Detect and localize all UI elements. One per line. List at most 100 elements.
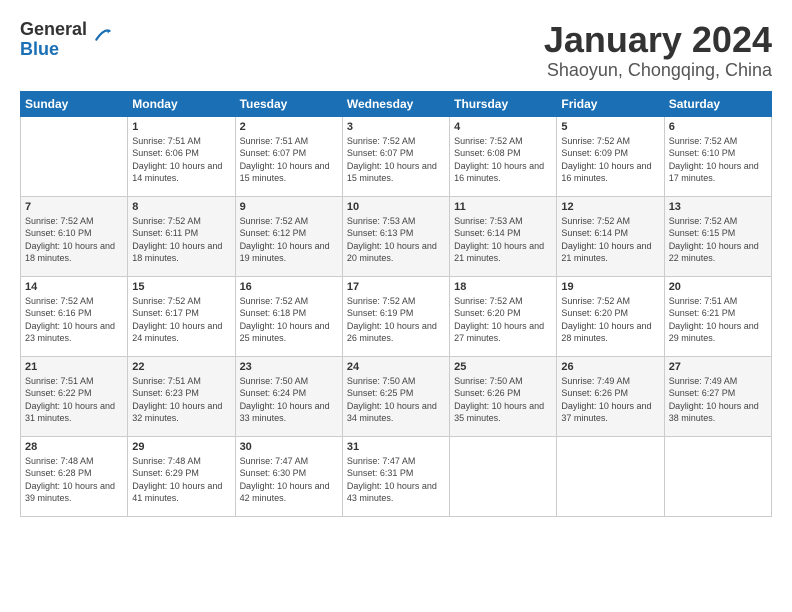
- day-cell: 6 Sunrise: 7:52 AMSunset: 6:10 PMDayligh…: [664, 116, 771, 196]
- day-info: Sunrise: 7:50 AMSunset: 6:26 PMDaylight:…: [454, 376, 544, 424]
- header-row: Sunday Monday Tuesday Wednesday Thursday…: [21, 91, 772, 116]
- day-info: Sunrise: 7:52 AMSunset: 6:12 PMDaylight:…: [240, 216, 330, 264]
- day-info: Sunrise: 7:50 AMSunset: 6:24 PMDaylight:…: [240, 376, 330, 424]
- day-cell: 29 Sunrise: 7:48 AMSunset: 6:29 PMDaylig…: [128, 436, 235, 516]
- day-number: 14: [25, 281, 123, 293]
- logo: General Blue: [20, 20, 111, 60]
- day-cell: 16 Sunrise: 7:52 AMSunset: 6:18 PMDaylig…: [235, 276, 342, 356]
- logo-general: General: [20, 19, 87, 39]
- day-number: 23: [240, 361, 338, 373]
- day-number: 15: [132, 281, 230, 293]
- day-info: Sunrise: 7:52 AMSunset: 6:16 PMDaylight:…: [25, 296, 115, 344]
- week-row-2: 14 Sunrise: 7:52 AMSunset: 6:16 PMDaylig…: [21, 276, 772, 356]
- day-cell: [21, 116, 128, 196]
- day-number: 2: [240, 121, 338, 133]
- day-cell: 3 Sunrise: 7:52 AMSunset: 6:07 PMDayligh…: [342, 116, 449, 196]
- col-wednesday: Wednesday: [342, 91, 449, 116]
- page: General Blue January 2024 Shaoyun, Chong…: [0, 0, 792, 612]
- day-number: 10: [347, 201, 445, 213]
- day-info: Sunrise: 7:51 AMSunset: 6:07 PMDaylight:…: [240, 136, 330, 184]
- logo-blue: Blue: [20, 39, 59, 59]
- day-cell: 11 Sunrise: 7:53 AMSunset: 6:14 PMDaylig…: [450, 196, 557, 276]
- day-number: 8: [132, 201, 230, 213]
- day-info: Sunrise: 7:51 AMSunset: 6:21 PMDaylight:…: [669, 296, 759, 344]
- day-cell: 18 Sunrise: 7:52 AMSunset: 6:20 PMDaylig…: [450, 276, 557, 356]
- day-info: Sunrise: 7:52 AMSunset: 6:11 PMDaylight:…: [132, 216, 222, 264]
- day-number: 21: [25, 361, 123, 373]
- day-number: 12: [561, 201, 659, 213]
- day-cell: 14 Sunrise: 7:52 AMSunset: 6:16 PMDaylig…: [21, 276, 128, 356]
- day-number: 3: [347, 121, 445, 133]
- day-info: Sunrise: 7:52 AMSunset: 6:10 PMDaylight:…: [25, 216, 115, 264]
- col-monday: Monday: [128, 91, 235, 116]
- day-cell: 15 Sunrise: 7:52 AMSunset: 6:17 PMDaylig…: [128, 276, 235, 356]
- day-number: 30: [240, 441, 338, 453]
- day-info: Sunrise: 7:51 AMSunset: 6:22 PMDaylight:…: [25, 376, 115, 424]
- day-info: Sunrise: 7:49 AMSunset: 6:26 PMDaylight:…: [561, 376, 651, 424]
- day-number: 11: [454, 201, 552, 213]
- day-number: 17: [347, 281, 445, 293]
- day-info: Sunrise: 7:48 AMSunset: 6:29 PMDaylight:…: [132, 456, 222, 504]
- day-info: Sunrise: 7:52 AMSunset: 6:20 PMDaylight:…: [454, 296, 544, 344]
- day-info: Sunrise: 7:53 AMSunset: 6:13 PMDaylight:…: [347, 216, 437, 264]
- day-number: 16: [240, 281, 338, 293]
- day-cell: 23 Sunrise: 7:50 AMSunset: 6:24 PMDaylig…: [235, 356, 342, 436]
- day-number: 22: [132, 361, 230, 373]
- day-cell: 31 Sunrise: 7:47 AMSunset: 6:31 PMDaylig…: [342, 436, 449, 516]
- day-number: 20: [669, 281, 767, 293]
- day-number: 27: [669, 361, 767, 373]
- day-info: Sunrise: 7:51 AMSunset: 6:23 PMDaylight:…: [132, 376, 222, 424]
- day-info: Sunrise: 7:50 AMSunset: 6:25 PMDaylight:…: [347, 376, 437, 424]
- col-sunday: Sunday: [21, 91, 128, 116]
- logo-text: General Blue: [20, 20, 87, 60]
- day-cell: 20 Sunrise: 7:51 AMSunset: 6:21 PMDaylig…: [664, 276, 771, 356]
- week-row-1: 7 Sunrise: 7:52 AMSunset: 6:10 PMDayligh…: [21, 196, 772, 276]
- day-cell: 28 Sunrise: 7:48 AMSunset: 6:28 PMDaylig…: [21, 436, 128, 516]
- day-number: 13: [669, 201, 767, 213]
- header: General Blue January 2024 Shaoyun, Chong…: [20, 20, 772, 81]
- day-cell: 2 Sunrise: 7:51 AMSunset: 6:07 PMDayligh…: [235, 116, 342, 196]
- day-number: 18: [454, 281, 552, 293]
- day-info: Sunrise: 7:52 AMSunset: 6:14 PMDaylight:…: [561, 216, 651, 264]
- day-info: Sunrise: 7:47 AMSunset: 6:30 PMDaylight:…: [240, 456, 330, 504]
- calendar-location: Shaoyun, Chongqing, China: [544, 60, 772, 81]
- day-cell: 24 Sunrise: 7:50 AMSunset: 6:25 PMDaylig…: [342, 356, 449, 436]
- day-number: 26: [561, 361, 659, 373]
- day-cell: 12 Sunrise: 7:52 AMSunset: 6:14 PMDaylig…: [557, 196, 664, 276]
- day-cell: 5 Sunrise: 7:52 AMSunset: 6:09 PMDayligh…: [557, 116, 664, 196]
- day-info: Sunrise: 7:52 AMSunset: 6:17 PMDaylight:…: [132, 296, 222, 344]
- day-cell: 9 Sunrise: 7:52 AMSunset: 6:12 PMDayligh…: [235, 196, 342, 276]
- calendar-table: Sunday Monday Tuesday Wednesday Thursday…: [20, 91, 772, 517]
- week-row-3: 21 Sunrise: 7:51 AMSunset: 6:22 PMDaylig…: [21, 356, 772, 436]
- day-info: Sunrise: 7:52 AMSunset: 6:15 PMDaylight:…: [669, 216, 759, 264]
- day-cell: [450, 436, 557, 516]
- day-info: Sunrise: 7:48 AMSunset: 6:28 PMDaylight:…: [25, 456, 115, 504]
- day-number: 19: [561, 281, 659, 293]
- col-friday: Friday: [557, 91, 664, 116]
- logo-icon: [89, 25, 111, 47]
- day-cell: 27 Sunrise: 7:49 AMSunset: 6:27 PMDaylig…: [664, 356, 771, 436]
- day-cell: 21 Sunrise: 7:51 AMSunset: 6:22 PMDaylig…: [21, 356, 128, 436]
- day-cell: [557, 436, 664, 516]
- day-info: Sunrise: 7:52 AMSunset: 6:07 PMDaylight:…: [347, 136, 437, 184]
- day-cell: 8 Sunrise: 7:52 AMSunset: 6:11 PMDayligh…: [128, 196, 235, 276]
- day-cell: 19 Sunrise: 7:52 AMSunset: 6:20 PMDaylig…: [557, 276, 664, 356]
- day-number: 24: [347, 361, 445, 373]
- day-info: Sunrise: 7:49 AMSunset: 6:27 PMDaylight:…: [669, 376, 759, 424]
- col-tuesday: Tuesday: [235, 91, 342, 116]
- day-info: Sunrise: 7:52 AMSunset: 6:10 PMDaylight:…: [669, 136, 759, 184]
- day-number: 9: [240, 201, 338, 213]
- week-row-4: 28 Sunrise: 7:48 AMSunset: 6:28 PMDaylig…: [21, 436, 772, 516]
- day-cell: 10 Sunrise: 7:53 AMSunset: 6:13 PMDaylig…: [342, 196, 449, 276]
- day-info: Sunrise: 7:51 AMSunset: 6:06 PMDaylight:…: [132, 136, 222, 184]
- day-number: 5: [561, 121, 659, 133]
- day-number: 25: [454, 361, 552, 373]
- day-cell: 25 Sunrise: 7:50 AMSunset: 6:26 PMDaylig…: [450, 356, 557, 436]
- day-info: Sunrise: 7:52 AMSunset: 6:18 PMDaylight:…: [240, 296, 330, 344]
- day-cell: 22 Sunrise: 7:51 AMSunset: 6:23 PMDaylig…: [128, 356, 235, 436]
- day-number: 7: [25, 201, 123, 213]
- day-info: Sunrise: 7:52 AMSunset: 6:19 PMDaylight:…: [347, 296, 437, 344]
- day-number: 1: [132, 121, 230, 133]
- day-number: 31: [347, 441, 445, 453]
- day-cell: 7 Sunrise: 7:52 AMSunset: 6:10 PMDayligh…: [21, 196, 128, 276]
